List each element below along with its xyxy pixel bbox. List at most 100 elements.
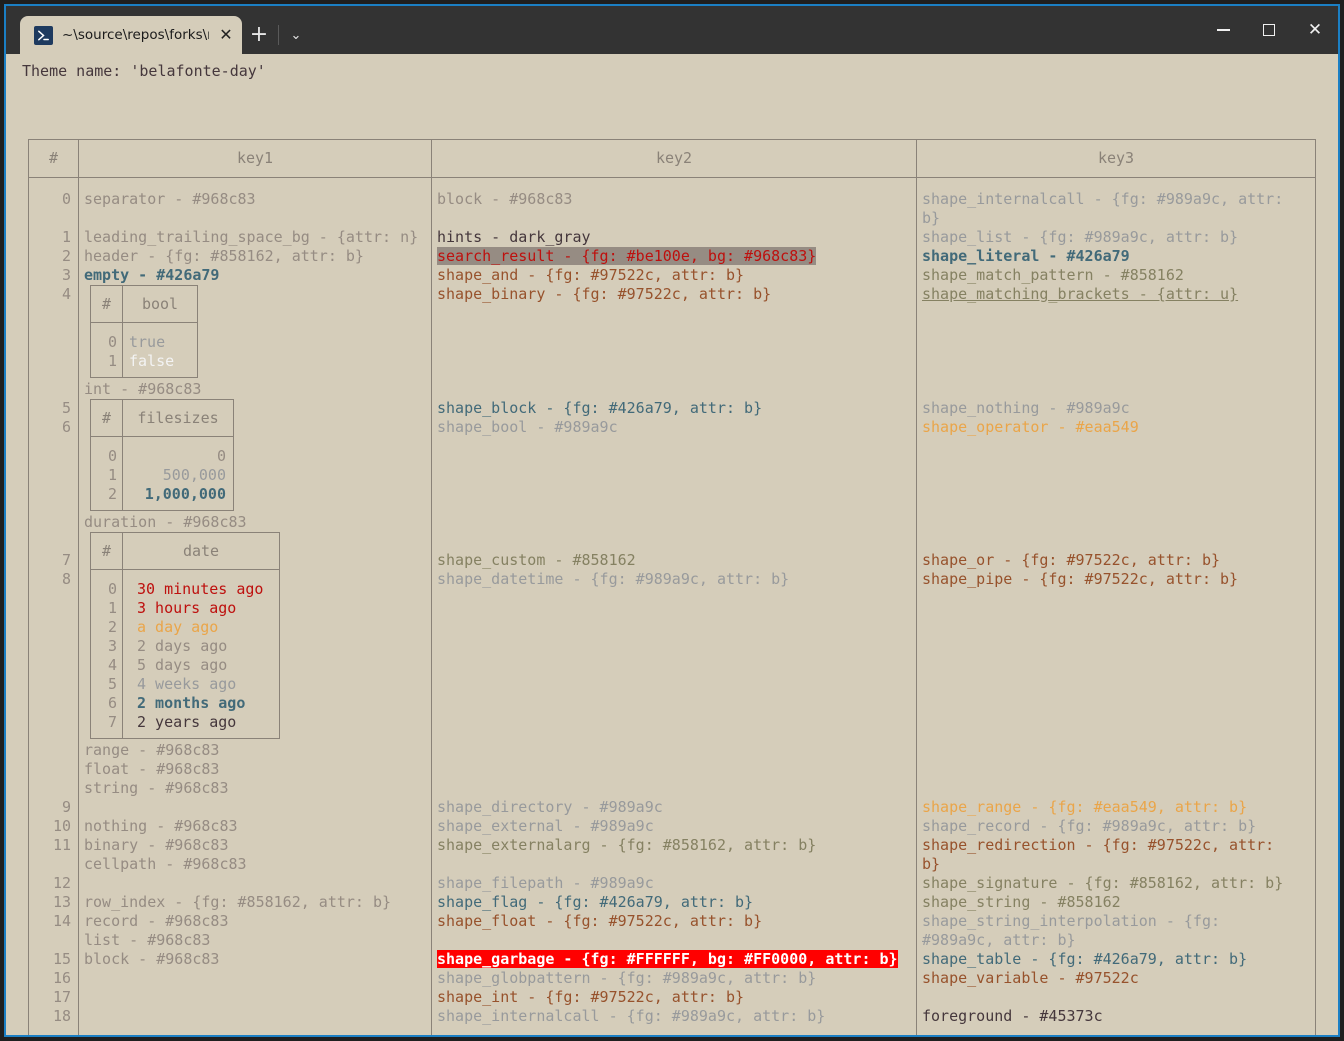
theme-entry: shape_or - {fg: #97522c, attr: b} xyxy=(922,551,1221,569)
column-header-index: # xyxy=(48,149,59,167)
date-row-value: a day ago xyxy=(137,618,219,636)
tab-title: ~\source\repos\forks\nu_scrip xyxy=(62,27,209,43)
theme-entry-highlighted: search_result - {fg: #be100e, bg: #968c8… xyxy=(437,247,817,265)
row-index-column: 0 1 2 3 4 5 6 7 8 9 10 11 12 13 14 15 16… xyxy=(29,178,71,1026)
date-row-index: 0 xyxy=(107,580,117,598)
chevron-down-icon[interactable]: ⌄ xyxy=(281,16,311,54)
row-number: 11 xyxy=(52,836,71,854)
close-tab-icon[interactable]: ✕ xyxy=(218,27,234,43)
theme-entry: shape_custom - #858162 xyxy=(437,551,636,569)
filesizes-header-index: # xyxy=(101,409,112,427)
row-number: 15 xyxy=(52,950,71,968)
row-number: 9 xyxy=(61,798,71,816)
terminal-tab[interactable]: ~\source\repos\forks\nu_scrip ✕ xyxy=(20,16,242,54)
row-number: 0 xyxy=(61,190,71,208)
theme-entry: shape_string - #858162 xyxy=(922,893,1121,911)
maximize-icon xyxy=(1263,24,1275,36)
column-header-key1: key1 xyxy=(236,149,274,167)
theme-entry: int - #968c83 xyxy=(84,380,202,398)
row-number: 16 xyxy=(52,969,71,987)
close-icon: ✕ xyxy=(1307,19,1323,40)
terminal-content[interactable]: Theme name: 'belafonte-day' # key1 key2 … xyxy=(6,54,1338,1035)
theme-entry: shape_internalcall - {fg: #989a9c, attr: xyxy=(922,190,1284,208)
row-number: 18 xyxy=(52,1007,71,1025)
date-row-value: 5 days ago xyxy=(137,656,228,674)
column-header-key2: key2 xyxy=(655,149,693,167)
theme-entry: nothing - #968c83 xyxy=(84,817,238,835)
theme-entry: shape_match_pattern - #858162 xyxy=(922,266,1184,284)
theme-entry: shape_block - {fg: #426a79, attr: b} xyxy=(437,399,763,417)
maximize-button[interactable] xyxy=(1246,6,1292,54)
row-number: 1 xyxy=(61,228,71,246)
theme-entry: shape_int - {fg: #97522c, attr: b} xyxy=(437,988,745,1006)
theme-entry: shape_binary - {fg: #97522c, attr: b} xyxy=(437,285,772,303)
row-number: 10 xyxy=(52,817,71,835)
bool-subtable: # bool 0 true 1 false xyxy=(90,285,198,380)
powershell-icon xyxy=(34,25,53,45)
column-header-key3: key3 xyxy=(1097,149,1135,167)
date-row-index: 5 xyxy=(107,675,117,693)
theme-entry-wrap: b} xyxy=(922,209,941,227)
table-column-rule-3 xyxy=(916,139,917,1035)
theme-entry: shape_and - {fg: #97522c, attr: b} xyxy=(437,266,745,284)
row-number: 13 xyxy=(52,893,71,911)
date-row-value: 30 minutes ago xyxy=(137,580,264,598)
row-number: 17 xyxy=(52,988,71,1006)
theme-entry: shape_externalarg - {fg: #858162, attr: … xyxy=(437,836,817,854)
tab-divider xyxy=(278,25,279,45)
theme-entry: duration - #968c83 xyxy=(84,513,247,531)
theme-entry-wrap: #989a9c, attr: b} xyxy=(922,931,1076,949)
date-row-index: 1 xyxy=(107,599,117,617)
date-row-index: 2 xyxy=(107,618,117,636)
theme-entry: header - {fg: #858162, attr: b} xyxy=(84,247,364,265)
date-header-index: # xyxy=(101,542,112,560)
theme-entry: block - #968c83 xyxy=(437,190,573,208)
theme-entry: shape_matching_brackets - {attr: u} xyxy=(922,285,1239,303)
terminal-window: ~\source\repos\forks\nu_scrip ✕ + ⌄ ✕ Th… xyxy=(4,4,1340,1037)
filesizes-row-index: 2 xyxy=(107,485,117,503)
theme-entry: shape_external - #989a9c xyxy=(437,817,654,835)
theme-entry: shape_flag - {fg: #426a79, attr: b} xyxy=(437,893,754,911)
theme-entry: shape_datetime - {fg: #989a9c, attr: b} xyxy=(437,570,790,588)
bool-header-index: # xyxy=(101,295,112,313)
theme-entry: foreground - #45373c xyxy=(922,1007,1103,1025)
theme-entry: shape_variable - #97522c xyxy=(922,969,1139,987)
theme-entry: record - #968c83 xyxy=(84,912,229,930)
theme-entry: shape_pipe - {fg: #97522c, attr: b} xyxy=(922,570,1239,588)
close-window-button[interactable]: ✕ xyxy=(1292,6,1338,54)
table-border-right xyxy=(1315,139,1316,1035)
theme-entry: shape_float - {fg: #97522c, attr: b} xyxy=(437,912,763,930)
row-number: 8 xyxy=(61,570,71,588)
theme-entry: hints - dark_gray xyxy=(437,228,591,246)
date-header-value: date xyxy=(182,542,220,560)
theme-entry: shape_nothing - #989a9c xyxy=(922,399,1130,417)
theme-entry: shape_filepath - #989a9c xyxy=(437,874,654,892)
new-tab-button[interactable]: + xyxy=(242,16,276,54)
theme-entry: row_index - {fg: #858162, attr: b} xyxy=(84,893,392,911)
row-number: 2 xyxy=(61,247,71,265)
row-number: 6 xyxy=(61,418,71,436)
bool-header-value: bool xyxy=(141,295,179,313)
row-number: 12 xyxy=(52,874,71,892)
theme-entry: block - #968c83 xyxy=(84,950,220,968)
theme-entry: shape_redirection - {fg: #97522c, attr: xyxy=(922,836,1275,854)
date-row-value: 3 hours ago xyxy=(137,599,237,617)
theme-entry: shape_list - {fg: #989a9c, attr: b} xyxy=(922,228,1239,246)
theme-entry-highlighted: shape_garbage - {fg: #FFFFFF, bg: #FF000… xyxy=(437,950,898,968)
minimize-button[interactable] xyxy=(1200,6,1246,54)
bool-row-index: 1 xyxy=(107,352,117,370)
theme-entry: leading_trailing_space_bg - {attr: n} xyxy=(84,228,419,246)
window-controls: ✕ xyxy=(1200,6,1338,54)
date-row-value: 2 days ago xyxy=(137,637,228,655)
theme-entry: shape_bool - #989a9c xyxy=(437,418,618,436)
date-row-index: 6 xyxy=(107,694,117,712)
theme-entry: shape_operator - #eaa549 xyxy=(922,418,1139,436)
theme-entry: float - #968c83 xyxy=(84,760,220,778)
filesizes-row-index: 0 xyxy=(107,447,117,465)
table-column-rule-1 xyxy=(78,139,79,1035)
theme-entry: shape_literal - #426a79 xyxy=(922,247,1130,265)
date-row-index: 7 xyxy=(107,713,117,731)
theme-entry: empty - #426a79 xyxy=(84,266,220,284)
date-row-value: 2 years ago xyxy=(137,713,237,731)
minimize-icon xyxy=(1216,29,1230,31)
